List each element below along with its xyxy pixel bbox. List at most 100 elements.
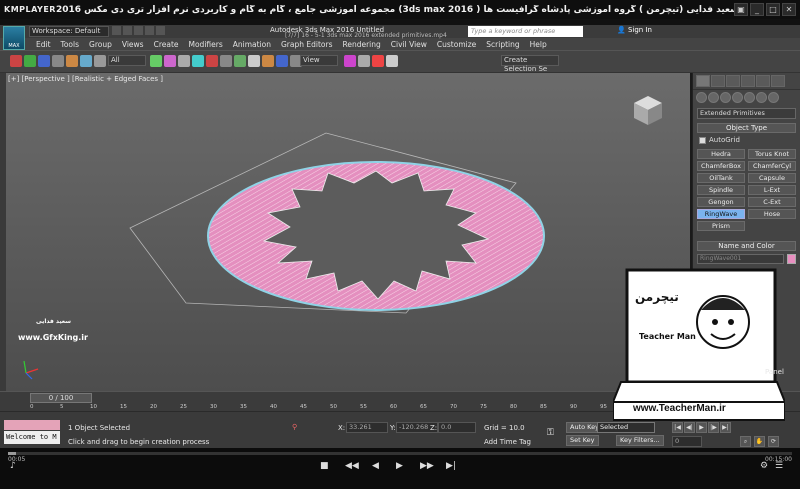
- selection-set-dropdown[interactable]: Create Selection Se: [501, 55, 559, 73]
- forward-icon[interactable]: ▶▶: [420, 461, 434, 471]
- orbit-icon[interactable]: ⟳: [768, 436, 779, 447]
- menu-modifiers[interactable]: Modifiers: [189, 40, 232, 49]
- menu-graph-editors[interactable]: Graph Editors: [281, 40, 342, 49]
- systems-icon[interactable]: [768, 92, 779, 103]
- utilities-tab-icon[interactable]: [771, 75, 785, 87]
- lock-icon[interactable]: ⚲: [292, 423, 297, 431]
- create-tab-icon[interactable]: [696, 75, 710, 87]
- key-icon[interactable]: ⚿: [547, 428, 554, 438]
- next-frame-icon[interactable]: |▶: [708, 422, 719, 433]
- menu-group[interactable]: Group: [89, 40, 121, 49]
- menu-views[interactable]: Views: [122, 40, 153, 49]
- geometry-icon[interactable]: [696, 92, 707, 103]
- key-filters-button[interactable]: Key Filters...: [616, 435, 664, 446]
- primitive-ringwave-button[interactable]: RingWave: [697, 209, 745, 219]
- menu-customize[interactable]: Customize: [437, 40, 485, 49]
- rotate-icon[interactable]: [192, 55, 204, 67]
- select-icon[interactable]: [80, 55, 92, 67]
- save-icon[interactable]: [134, 26, 143, 35]
- selection-filter-dropdown[interactable]: All: [108, 55, 146, 66]
- spacewarps-icon[interactable]: [756, 92, 767, 103]
- modify-tab-icon[interactable]: [711, 75, 725, 87]
- menu-create[interactable]: Create: [154, 40, 188, 49]
- goto-start-icon[interactable]: |◀: [672, 422, 683, 433]
- bind-icon[interactable]: [66, 55, 78, 67]
- signin-link[interactable]: 👤 Sign In: [617, 26, 652, 34]
- workspace-dropdown[interactable]: Workspace: Default: [29, 26, 109, 37]
- undo-icon[interactable]: [145, 26, 154, 35]
- window-icon[interactable]: [164, 55, 176, 67]
- prev-frame-icon[interactable]: ◀|: [684, 422, 695, 433]
- goto-end-icon[interactable]: ▶|: [720, 422, 731, 433]
- close-icon[interactable]: ✕: [782, 3, 796, 16]
- next-icon[interactable]: ▶|: [446, 461, 456, 471]
- name-color-rollout[interactable]: Name and Color: [697, 241, 796, 251]
- angle-snap-icon[interactable]: [262, 55, 274, 67]
- z-field[interactable]: 0.0: [438, 422, 476, 433]
- app-logo[interactable]: MAX: [3, 26, 25, 50]
- primitive-c-ext-button[interactable]: C-Ext: [748, 197, 796, 207]
- helpers-icon[interactable]: [744, 92, 755, 103]
- set-key-button[interactable]: Set Key: [566, 435, 599, 446]
- ref-coord-dropdown[interactable]: View: [300, 55, 338, 66]
- pivot-icon[interactable]: [234, 55, 246, 67]
- primitive-torus-knot-button[interactable]: Torus Knot: [748, 149, 796, 159]
- rewind-icon[interactable]: ◀: [372, 461, 379, 471]
- zoom-icon[interactable]: ⌕: [740, 436, 751, 447]
- timeline-ticks[interactable]: 0510152025303540455055606570758085909510…: [30, 404, 641, 411]
- shapes-icon[interactable]: [708, 92, 719, 103]
- move-icon[interactable]: [178, 55, 190, 67]
- lights-icon[interactable]: [720, 92, 731, 103]
- cameras-icon[interactable]: [732, 92, 743, 103]
- seek-bar[interactable]: [8, 452, 792, 455]
- primitive-gengon-button[interactable]: Gengon: [697, 197, 745, 207]
- object-type-rollout[interactable]: Object Type: [697, 123, 796, 133]
- primitive-spindle-button[interactable]: Spindle: [697, 185, 745, 195]
- current-frame-field[interactable]: 0: [672, 436, 702, 447]
- primitive-oiltank-button[interactable]: OilTank: [697, 173, 745, 183]
- primitive-chamferbox-button[interactable]: ChamferBox: [697, 161, 745, 171]
- redo-icon[interactable]: [156, 26, 165, 35]
- align-icon[interactable]: [372, 55, 384, 67]
- menu-civil-view[interactable]: Civil View: [391, 40, 436, 49]
- menu-rendering[interactable]: Rendering: [342, 40, 389, 49]
- select-by-name-icon[interactable]: [94, 55, 106, 67]
- object-color-swatch[interactable]: [787, 254, 796, 264]
- autogrid-check-icon[interactable]: [699, 136, 706, 144]
- primitive-capsule-button[interactable]: Capsule: [748, 173, 796, 183]
- primitive-category-dropdown[interactable]: Extended Primitives: [697, 108, 796, 119]
- layers-icon[interactable]: [386, 55, 398, 67]
- primitive-hedra-button[interactable]: Hedra: [697, 149, 745, 159]
- primitive-l-ext-button[interactable]: L-Ext: [748, 185, 796, 195]
- stop-icon[interactable]: ■: [320, 461, 329, 471]
- add-time-tag[interactable]: Add Time Tag: [484, 438, 531, 446]
- mirror-icon[interactable]: [358, 55, 370, 67]
- menu-tools[interactable]: Tools: [61, 40, 88, 49]
- pan-icon[interactable]: ✋: [754, 436, 765, 447]
- menu-help[interactable]: Help: [530, 40, 556, 49]
- scale-icon[interactable]: [206, 55, 218, 67]
- menu-animation[interactable]: Animation: [233, 40, 280, 49]
- unlink-icon[interactable]: [52, 55, 64, 67]
- key-set-dropdown[interactable]: Selected: [597, 422, 655, 433]
- percent-snap-icon[interactable]: [276, 55, 288, 67]
- pin-icon[interactable]: ▣: [734, 3, 748, 16]
- minimize-icon[interactable]: _: [750, 3, 764, 16]
- search-input[interactable]: Type a keyword or phrase: [468, 26, 583, 37]
- place-icon[interactable]: [220, 55, 232, 67]
- primitive-hose-button[interactable]: Hose: [748, 209, 796, 219]
- play-icon[interactable]: ▶: [696, 422, 707, 433]
- snap-icon[interactable]: [248, 55, 260, 67]
- region-icon[interactable]: [150, 55, 162, 67]
- edit-named-sets-icon[interactable]: [344, 55, 356, 67]
- player-play-icon[interactable]: ▶: [396, 461, 403, 471]
- hierarchy-tab-icon[interactable]: [726, 75, 740, 87]
- menu-edit[interactable]: Edit: [36, 40, 60, 49]
- autogrid-checkbox[interactable]: AutoGrid: [699, 136, 794, 144]
- x-field[interactable]: 33.261: [346, 422, 388, 433]
- time-slider[interactable]: 0 / 100: [30, 393, 92, 403]
- volume-icon[interactable]: ♪: [10, 461, 16, 471]
- welcome-field[interactable]: Welcome to M: [4, 431, 60, 444]
- new-icon[interactable]: [112, 26, 121, 35]
- kmplayer-logo[interactable]: KMPLAYER: [4, 5, 56, 14]
